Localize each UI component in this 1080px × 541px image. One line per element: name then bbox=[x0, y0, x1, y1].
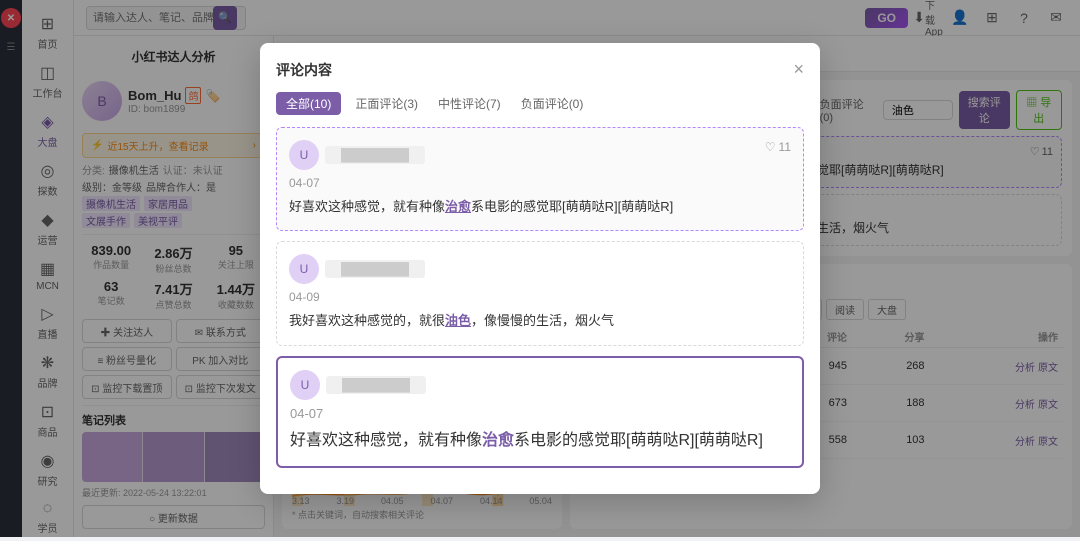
modal-user-row-1: U ████████ bbox=[289, 140, 791, 170]
app-container: ✕ ☰ ⊞ 首页 ◫ 工作台 ◈ 大盘 ◎ 探数 ◆ 运营 ▦ MCN ▷ bbox=[0, 0, 1080, 537]
modal-text-3: 好喜欢这种感觉，就有种像治愈系电影的感觉耶[萌萌哒R][萌萌哒R] bbox=[290, 427, 790, 454]
modal-header: 评论内容 × bbox=[276, 59, 804, 80]
modal-overlay[interactable]: 评论内容 × 全部(10) 正面评论(3) 中性评论(7) 负面评论(0) U … bbox=[0, 0, 1080, 537]
modal-highlight-2: 油色 bbox=[445, 313, 471, 328]
modal-highlight-3: 治愈 bbox=[482, 432, 514, 449]
modal-text-1: 好喜欢这种感觉，就有种像治愈系电影的感觉耶[萌萌哒R][萌萌哒R] bbox=[289, 196, 791, 218]
modal-date-3: 04-07 bbox=[290, 406, 790, 421]
modal-tab-all[interactable]: 全部(10) bbox=[276, 92, 341, 115]
modal-tab-positive[interactable]: 正面评论(3) bbox=[349, 92, 424, 115]
modal-box: 评论内容 × 全部(10) 正面评论(3) 中性评论(7) 负面评论(0) U … bbox=[260, 43, 820, 493]
modal-tab-neutral[interactable]: 中性评论(7) bbox=[432, 92, 507, 115]
modal-username-2: ████████ bbox=[325, 260, 425, 278]
modal-avatar-2: U bbox=[289, 254, 319, 284]
modal-highlight-1: 治愈 bbox=[445, 199, 471, 214]
modal-username-3: ████████ bbox=[326, 376, 426, 394]
modal-comment-2: U ████████ 04-09 我好喜欢这种感觉的，就很油色，像慢慢的生活，烟… bbox=[276, 241, 804, 345]
modal-text-2: 我好喜欢这种感觉的，就很油色，像慢慢的生活，烟火气 bbox=[289, 310, 791, 332]
modal-comment-1: U ████████ 04-07 好喜欢这种感觉，就有种像治愈系电影的感觉耶[萌… bbox=[276, 127, 804, 231]
modal-date-1: 04-07 bbox=[289, 176, 791, 190]
modal-avatar-3: U bbox=[290, 370, 320, 400]
modal-avatar-1: U bbox=[289, 140, 319, 170]
modal-close-button[interactable]: × bbox=[793, 59, 804, 80]
modal-title: 评论内容 bbox=[276, 60, 332, 80]
modal-filter-tabs: 全部(10) 正面评论(3) 中性评论(7) 负面评论(0) bbox=[276, 92, 804, 115]
modal-user-row-2: U ████████ bbox=[289, 254, 791, 284]
modal-comment-3: U ████████ 04-07 好喜欢这种感觉，就有种像治愈系电影的感觉耶[萌… bbox=[276, 356, 804, 468]
modal-date-2: 04-09 bbox=[289, 290, 791, 304]
modal-likes-1: ♡ 11 bbox=[765, 140, 791, 154]
modal-tab-negative[interactable]: 负面评论(0) bbox=[515, 92, 590, 115]
modal-username-1: ████████ bbox=[325, 146, 425, 164]
modal-user-row-3: U ████████ bbox=[290, 370, 790, 400]
heart-icon-modal: ♡ bbox=[765, 140, 776, 154]
